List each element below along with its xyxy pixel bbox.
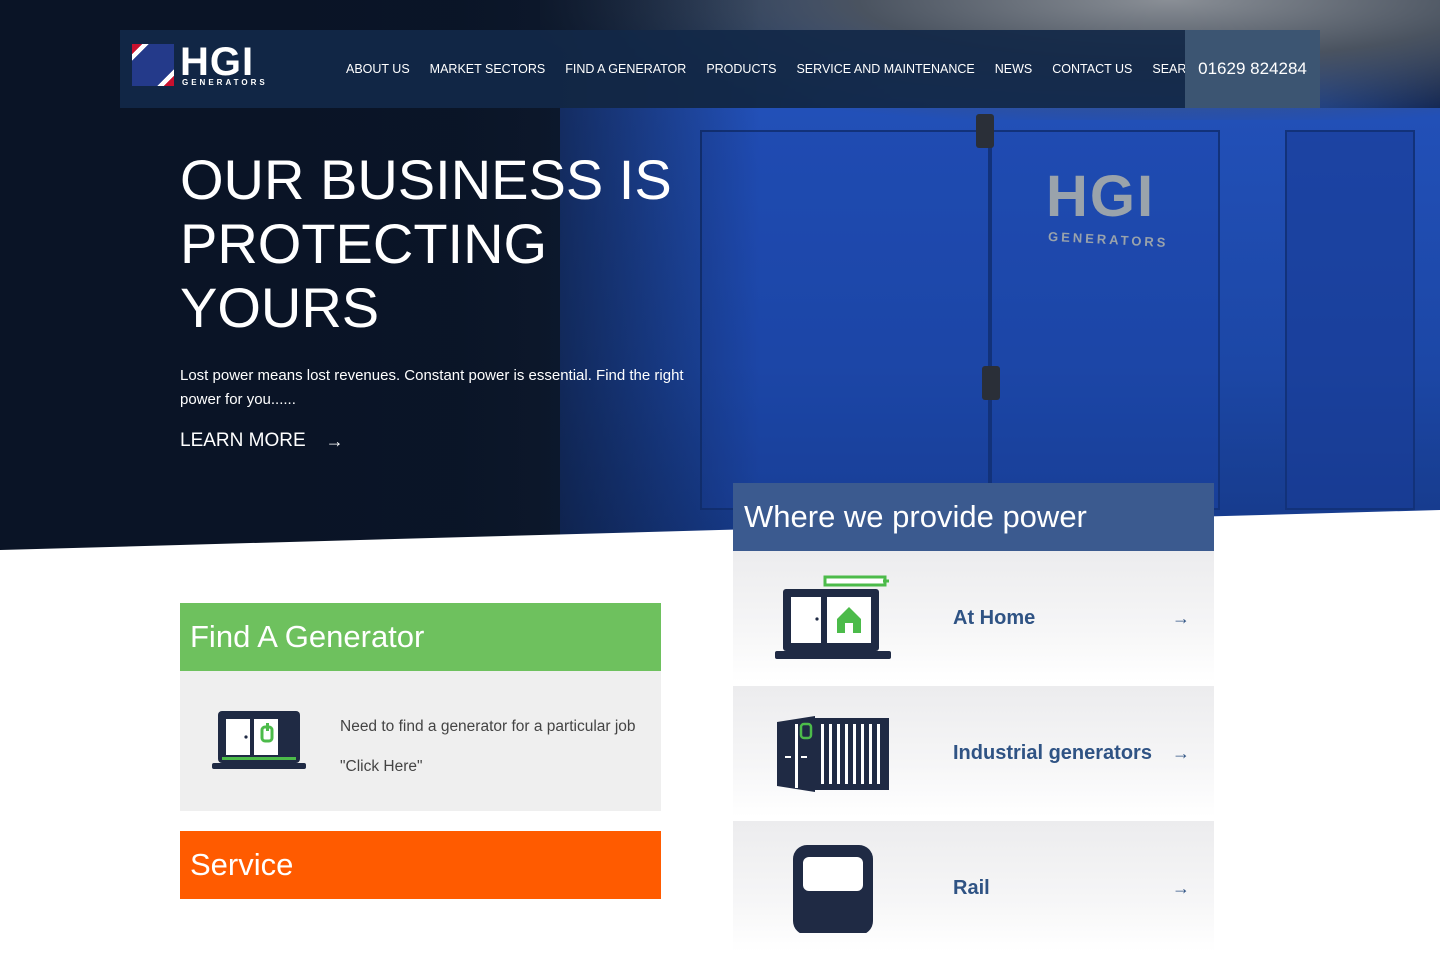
union-flag-icon — [132, 44, 174, 86]
nav-service-and-maintenance[interactable]: SERVICE AND MAINTENANCE — [796, 62, 974, 76]
hero-lede: Lost power means lost revenues. Constant… — [180, 367, 684, 408]
phone-number[interactable]: 01629 824284 — [1185, 30, 1320, 108]
power-item-label: At Home — [953, 607, 1036, 629]
where-we-provide-power: Where we provide power At Home → Industr… — [733, 483, 1214, 956]
arrow-right-icon: → — [1172, 743, 1190, 763]
service-card[interactable]: Service — [180, 831, 661, 899]
logo-subtext: GENERATORS — [182, 78, 268, 87]
nav-products[interactable]: PRODUCTS — [706, 62, 776, 76]
main-nav: ABOUT US MARKET SECTORS FIND A GENERATOR… — [346, 30, 1224, 108]
container-generator-icon — [777, 716, 889, 792]
service-title: Service — [180, 831, 661, 899]
nav-about-us[interactable]: ABOUT US — [346, 62, 410, 76]
power-item-label: Industrial generators — [953, 742, 1152, 764]
generator-icon — [212, 711, 306, 769]
arrow-right-icon: → — [1172, 878, 1190, 898]
generator-control-panel — [1285, 130, 1415, 510]
learn-more-label: LEARN MORE — [180, 430, 306, 451]
nav-find-a-generator[interactable]: FIND A GENERATOR — [565, 62, 686, 76]
find-generator-card[interactable]: Find A Generator Need to find a generato… — [180, 603, 661, 811]
nav-contact-us[interactable]: CONTACT US — [1052, 62, 1132, 76]
power-item-label: Rail — [953, 877, 990, 899]
home-generator-icon — [775, 575, 891, 659]
power-item-at-home[interactable]: At Home → — [733, 551, 1214, 686]
learn-more-link[interactable]: LEARN MORE → — [180, 430, 344, 452]
logo[interactable]: HGI GENERATORS — [132, 42, 284, 88]
train-icon — [793, 845, 873, 933]
arrow-right-icon: → — [325, 430, 344, 451]
hinge — [982, 366, 1000, 400]
find-generator-body: Need to find a generator for a particula… — [180, 671, 661, 811]
hero-headline: OUR BUSINESS IS PROTECTING YOURS — [180, 148, 672, 339]
top-navbar: HGI GENERATORS ABOUT US MARKET SECTORS F… — [120, 30, 1320, 108]
find-generator-text: Need to find a generator for a particula… — [340, 707, 636, 787]
find-generator-click-here[interactable]: "Click Here" — [340, 747, 636, 787]
find-generator-title: Find A Generator — [180, 603, 661, 671]
generator-logo: HGI — [1046, 164, 1156, 229]
power-item-industrial[interactable]: Industrial generators → — [733, 686, 1214, 821]
nav-market-sectors[interactable]: MARKET SECTORS — [430, 62, 546, 76]
hinge — [976, 114, 994, 148]
power-item-rail[interactable]: Rail → — [733, 821, 1214, 956]
power-title: Where we provide power — [733, 483, 1214, 551]
find-generator-line1: Need to find a generator for a particula… — [340, 718, 636, 735]
arrow-right-icon: → — [1172, 608, 1190, 628]
nav-news[interactable]: NEWS — [995, 62, 1033, 76]
logo-text: HGI — [180, 40, 255, 84]
